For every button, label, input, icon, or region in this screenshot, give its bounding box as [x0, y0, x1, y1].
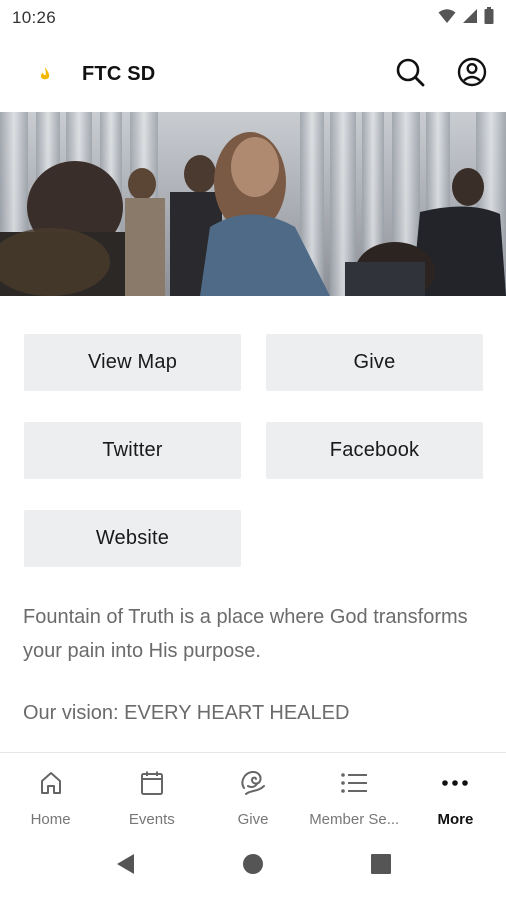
- website-button[interactable]: Website: [24, 510, 241, 567]
- hero-photo: [0, 112, 506, 296]
- account-icon: [457, 57, 487, 92]
- nav-more-label: More: [437, 811, 474, 828]
- link-button-grid: View Map Give Twitter Facebook Website: [24, 334, 483, 567]
- nav-member-services-label: Member Se...: [309, 811, 400, 828]
- nav-member-services[interactable]: Member Se...: [304, 753, 405, 832]
- flame-logo-icon: [24, 66, 70, 82]
- hero-image: [0, 112, 506, 296]
- twitter-button[interactable]: Twitter: [24, 422, 241, 479]
- app-title: FTC SD: [82, 62, 156, 85]
- nav-more[interactable]: More: [405, 753, 506, 832]
- back-button[interactable]: [61, 852, 189, 881]
- nav-events[interactable]: Events: [101, 753, 202, 832]
- app-actions: [392, 56, 490, 92]
- about-description: Fountain of Truth is a place where God t…: [23, 606, 468, 662]
- view-map-button[interactable]: View Map: [24, 334, 241, 391]
- status-time: 10:26: [12, 8, 57, 27]
- back-icon: [114, 852, 136, 881]
- account-button[interactable]: [454, 56, 490, 92]
- recents-button[interactable]: [317, 853, 445, 880]
- signal-icon: [462, 8, 478, 29]
- nav-give[interactable]: Give: [202, 753, 303, 832]
- about-section: Fountain of Truth is a place where God t…: [23, 600, 483, 730]
- nav-give-label: Give: [237, 811, 269, 828]
- more-icon: [440, 767, 470, 799]
- search-button[interactable]: [392, 56, 428, 92]
- status-icons: [438, 7, 494, 29]
- calendar-icon: [138, 767, 166, 799]
- search-icon: [395, 57, 425, 92]
- give-icon: [238, 767, 268, 799]
- home-icon: [37, 767, 65, 799]
- nav-events-label: Events: [128, 811, 175, 828]
- wifi-icon: [438, 8, 456, 29]
- nav-home[interactable]: Home: [0, 753, 101, 832]
- system-nav-bar: [0, 832, 506, 900]
- nav-home-label: Home: [30, 811, 71, 828]
- status-bar: 10:26: [0, 0, 506, 36]
- list-icon: [339, 767, 369, 799]
- about-vision: Our vision: EVERY HEART HEALED: [23, 702, 350, 724]
- facebook-button[interactable]: Facebook: [266, 422, 483, 479]
- bottom-nav: Home Events Give Member Se... More: [0, 752, 506, 832]
- home-system-button[interactable]: [189, 853, 317, 880]
- home-circle-icon: [242, 853, 264, 880]
- battery-icon: [484, 7, 494, 29]
- recents-square-icon: [370, 853, 392, 880]
- give-button[interactable]: Give: [266, 334, 483, 391]
- app-bar: FTC SD: [0, 36, 506, 112]
